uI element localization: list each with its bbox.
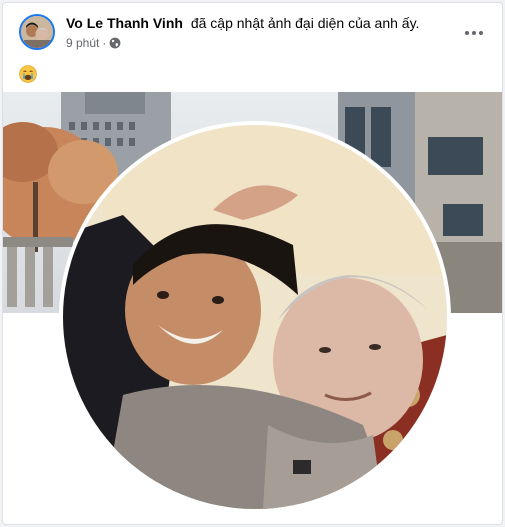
post-header: Vo Le Thanh Vinh đã cập nhật ảnh đại diệ… <box>3 3 502 63</box>
globe-icon[interactable] <box>109 37 121 49</box>
author-name[interactable]: Vo Le Thanh Vinh <box>66 15 183 31</box>
more-options-dot <box>472 31 476 35</box>
more-options-icon <box>465 31 469 35</box>
author-line: Vo Le Thanh Vinh đã cập nhật ảnh đại diệ… <box>66 15 419 31</box>
action-text: đã cập nhật ảnh đại diện của anh ấy. <box>190 15 420 31</box>
post-timestamp[interactable]: 9 phút <box>66 36 99 50</box>
author-avatar[interactable] <box>19 14 55 50</box>
more-options-dot <box>479 31 483 35</box>
meta-separator: · <box>102 36 107 50</box>
post-body <box>19 65 37 88</box>
crying-face-emoji-icon <box>19 65 37 83</box>
post-meta: 9 phút · <box>66 36 121 50</box>
more-options-button[interactable] <box>458 17 490 49</box>
profile-photo[interactable] <box>63 125 447 509</box>
post-card: Vo Le Thanh Vinh đã cập nhật ảnh đại diệ… <box>2 2 503 525</box>
